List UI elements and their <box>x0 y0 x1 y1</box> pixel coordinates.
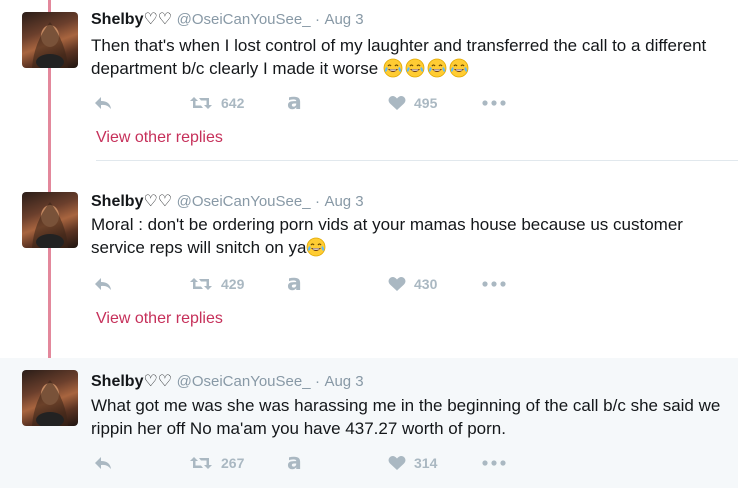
tweet-actions: 429 a 430 <box>91 273 521 295</box>
like-count: 314 <box>414 455 438 471</box>
tweet-header: Shelby♡♡ @OseiCanYouSee_ · Aug 3 <box>91 372 364 392</box>
tweet-text: What got me was she was harassing me in … <box>91 394 731 440</box>
amazon-icon: a <box>287 450 302 475</box>
amazon-button[interactable]: a <box>287 92 302 114</box>
retweet-icon <box>190 457 212 469</box>
tears-of-joy-emoji <box>427 58 447 78</box>
tweet-text: Moral : don't be ordering porn vids at y… <box>91 213 731 259</box>
tears-of-joy-emoji <box>449 58 469 78</box>
heart-icon <box>388 277 406 291</box>
reply-icon <box>95 97 111 109</box>
tweet-header: Shelby♡♡ @OseiCanYouSee_ · Aug 3 <box>91 10 364 30</box>
tears-of-joy-emoji <box>405 58 425 78</box>
display-name[interactable]: Shelby♡♡ <box>91 373 172 390</box>
emoji-group <box>383 58 471 78</box>
retweet-button[interactable]: 267 <box>189 452 244 474</box>
separator-dot: · <box>315 373 320 390</box>
retweet-button[interactable]: 429 <box>189 273 244 295</box>
amazon-icon: a <box>287 90 302 115</box>
user-handle[interactable]: @OseiCanYouSee_ <box>177 11 311 28</box>
retweet-count: 429 <box>221 276 245 292</box>
reply-button[interactable] <box>93 452 113 474</box>
tweet-actions: 642 a 495 <box>91 92 521 114</box>
more-icon <box>482 460 506 466</box>
more-button[interactable] <box>482 273 506 295</box>
avatar[interactable] <box>22 192 78 248</box>
retweet-button[interactable]: 642 <box>189 92 244 114</box>
display-name[interactable]: Shelby♡♡ <box>91 193 172 210</box>
reply-icon <box>95 278 111 290</box>
display-name[interactable]: Shelby♡♡ <box>91 11 172 28</box>
like-button[interactable]: 314 <box>388 452 437 474</box>
user-handle[interactable]: @OseiCanYouSee_ <box>177 373 311 390</box>
like-count: 495 <box>414 95 438 111</box>
tweet[interactable] <box>0 160 738 358</box>
tweet-text: Then that's when I lost control of my la… <box>91 34 731 80</box>
retweet-icon <box>190 97 212 109</box>
tears-of-joy-emoji <box>306 237 326 257</box>
reply-button[interactable] <box>93 273 113 295</box>
avatar[interactable] <box>22 12 78 68</box>
separator-dot: · <box>315 11 320 28</box>
like-count: 430 <box>414 276 438 292</box>
retweet-count: 642 <box>221 95 245 111</box>
retweet-count: 267 <box>221 455 245 471</box>
amazon-button[interactable]: a <box>287 452 302 474</box>
more-button[interactable] <box>482 92 506 114</box>
view-other-replies-link[interactable]: View other replies <box>96 129 223 147</box>
amazon-icon: a <box>287 271 302 296</box>
tweet-date[interactable]: Aug 3 <box>324 373 363 390</box>
like-button[interactable]: 495 <box>388 92 437 114</box>
user-handle[interactable]: @OseiCanYouSee_ <box>177 193 311 210</box>
reply-icon <box>95 457 111 469</box>
heart-icon <box>388 96 406 110</box>
tweet-date[interactable]: Aug 3 <box>324 11 363 28</box>
tweet[interactable]: Shelby♡♡ @OseiCanYouSee_ · Aug 3 Then th… <box>0 0 738 160</box>
retweet-icon <box>190 278 212 290</box>
more-icon <box>482 281 506 287</box>
amazon-button[interactable]: a <box>287 273 302 295</box>
tears-of-joy-emoji <box>383 58 403 78</box>
reply-button[interactable] <box>93 92 113 114</box>
tweet-text-body: What got me was she was harassing me in … <box>91 396 721 438</box>
emoji-group <box>306 237 328 257</box>
tweet-date[interactable]: Aug 3 <box>324 193 363 210</box>
view-other-replies-link[interactable]: View other replies <box>96 310 223 328</box>
tweet-actions: 267 a 314 <box>91 452 521 474</box>
tweet-text-body: Moral : don't be ordering porn vids at y… <box>91 215 683 257</box>
separator-dot: · <box>315 193 320 210</box>
more-button[interactable] <box>482 452 506 474</box>
tweet-header: Shelby♡♡ @OseiCanYouSee_ · Aug 3 <box>91 192 364 212</box>
avatar[interactable] <box>22 370 78 426</box>
heart-icon <box>388 456 406 470</box>
more-icon <box>482 100 506 106</box>
like-button[interactable]: 430 <box>388 273 437 295</box>
